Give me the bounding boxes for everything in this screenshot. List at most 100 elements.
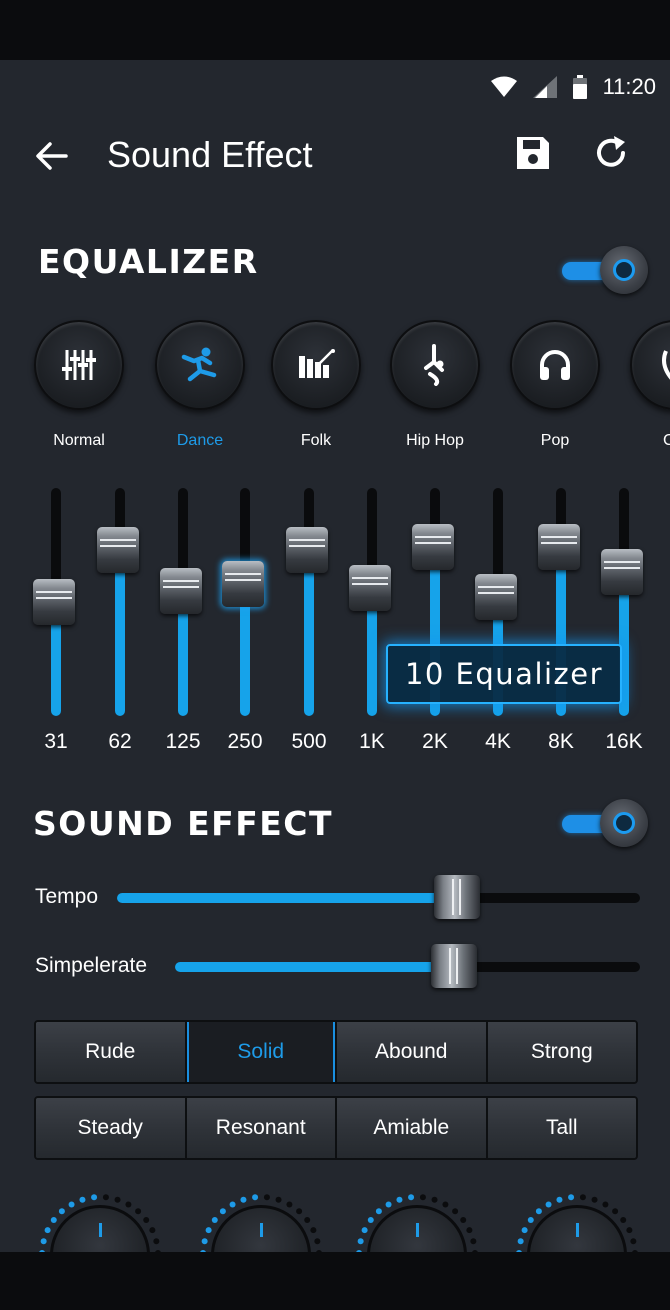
- eq-band-label: 2K: [422, 730, 448, 753]
- mode-amiable-button[interactable]: Amiable: [337, 1098, 488, 1158]
- eq-band-thumb[interactable]: [33, 579, 75, 625]
- preset-hip-hop[interactable]: Hip Hop: [390, 320, 480, 450]
- eq-band-16k[interactable]: 16K: [599, 485, 649, 755]
- mode-tall-button[interactable]: Tall: [487, 1098, 636, 1158]
- eq-band-label: 4K: [485, 730, 511, 753]
- equalizer-count-badge: 10 Equalizer: [386, 644, 622, 704]
- knob-level-dot: [626, 1227, 633, 1234]
- toggle-knob: [600, 799, 648, 847]
- knob-level-dot: [125, 1201, 132, 1208]
- eq-band-thumb[interactable]: [160, 567, 202, 614]
- eq-band-label: 31: [44, 730, 68, 753]
- refresh-icon[interactable]: [592, 134, 630, 172]
- eq-band-label: 16K: [605, 730, 643, 753]
- eq-band-thumb[interactable]: [601, 549, 643, 596]
- preset-label: Pop: [540, 432, 570, 449]
- effect-knob-1[interactable]: [35, 1190, 165, 1252]
- sliders-icon: [62, 350, 96, 380]
- eq-band-label: 125: [165, 730, 201, 753]
- eq-band-250[interactable]: 250: [220, 485, 270, 755]
- mode-steady-button[interactable]: Steady: [36, 1098, 187, 1158]
- knob-level-dot: [143, 1216, 150, 1223]
- system-bottom-bar: [0, 1252, 670, 1310]
- knob-level-dot: [431, 1196, 438, 1203]
- knob-level-dot: [466, 1227, 473, 1234]
- preset-label: Normal: [53, 432, 105, 449]
- toggle-knob: [600, 246, 648, 294]
- lyre-icon: [662, 350, 670, 380]
- dancer-icon: [181, 347, 217, 382]
- knob-level-dot: [68, 1201, 75, 1208]
- eq-band-62[interactable]: 62: [95, 485, 145, 755]
- page-title: Sound Effect: [107, 134, 313, 175]
- knob-level-dot: [396, 1196, 403, 1203]
- save-icon[interactable]: [514, 134, 552, 172]
- eq-band-31[interactable]: 31: [31, 485, 81, 755]
- knob-level-dot: [568, 1194, 575, 1201]
- knob-level-dot: [91, 1194, 98, 1201]
- eq-band-thumb[interactable]: [475, 574, 517, 621]
- effect-mode-row-2: Steady Resonant Amiable Tall: [34, 1096, 638, 1160]
- equalizer-title: EQUALIZER: [38, 242, 259, 281]
- eq-band-thumb[interactable]: [412, 524, 454, 571]
- preset-classical[interactable]: Cla: [630, 320, 670, 450]
- preset-label: Hip Hop: [406, 432, 464, 449]
- mode-strong-button[interactable]: Strong: [487, 1022, 636, 1082]
- equalizer-bands: 31 62 125 250 500 1K 2K 4K 8K 16K: [0, 485, 670, 765]
- knob-level-dot: [201, 1238, 208, 1245]
- knob-level-dot: [314, 1238, 321, 1245]
- eq-band-4k[interactable]: 4K: [473, 485, 523, 755]
- cell-signal-icon: [532, 76, 557, 98]
- preset-dance[interactable]: Dance: [155, 320, 245, 450]
- status-bar: 11:20: [490, 72, 656, 102]
- mode-abound-button[interactable]: Abound: [337, 1022, 488, 1082]
- eq-band-thumb[interactable]: [97, 526, 139, 573]
- simpelerate-thumb[interactable]: [431, 944, 477, 988]
- knob-level-dot: [50, 1216, 57, 1223]
- preset-list: Normal Dance Folk Hip Hop Pop C: [0, 320, 670, 460]
- effect-knob-4[interactable]: [512, 1190, 642, 1252]
- knob-level-dot: [58, 1208, 65, 1215]
- eq-band-2k[interactable]: 2K: [410, 485, 460, 755]
- system-top-bar: [0, 0, 670, 60]
- effect-mode-row-1: Rude Solid Abound Strong: [34, 1020, 638, 1084]
- tempo-slider[interactable]: Tempo: [35, 873, 640, 923]
- knob-level-dot: [375, 1208, 382, 1215]
- preset-folk[interactable]: Folk: [271, 320, 361, 450]
- headphones-icon: [540, 350, 570, 380]
- mode-resonant-button[interactable]: Resonant: [186, 1098, 337, 1158]
- sound-effect-toggle[interactable]: [562, 799, 648, 849]
- eq-band-thumb[interactable]: [538, 524, 580, 571]
- eq-band-label: 62: [108, 730, 132, 753]
- equalizer-toggle[interactable]: [562, 246, 648, 296]
- knob-level-dot: [361, 1227, 368, 1234]
- simpelerate-slider[interactable]: Simpelerate: [35, 942, 640, 992]
- tempo-label: Tempo: [35, 885, 99, 908]
- preset-label: Dance: [176, 432, 224, 449]
- app-screen: 11:20 Sound Effect EQUALIZER Normal Danc…: [0, 60, 670, 1252]
- preset-normal[interactable]: Normal: [34, 320, 124, 450]
- eq-band-1k[interactable]: 1K: [347, 485, 397, 755]
- mode-rude-button[interactable]: Rude: [36, 1022, 187, 1082]
- preset-pop[interactable]: Pop: [510, 320, 600, 450]
- knob-level-dot: [442, 1201, 449, 1208]
- knob-level-dot: [296, 1208, 303, 1215]
- eq-band-label: 8K: [548, 730, 574, 753]
- effect-knob-2[interactable]: [196, 1190, 326, 1252]
- knob-level-dot: [153, 1238, 160, 1245]
- knob-level-dot: [579, 1194, 586, 1201]
- eq-band-8k[interactable]: 8K: [536, 485, 586, 755]
- effect-knob-3[interactable]: [352, 1190, 482, 1252]
- tempo-thumb[interactable]: [433, 875, 480, 919]
- eq-band-thumb[interactable]: [286, 526, 328, 573]
- eq-band-500[interactable]: 500: [284, 485, 334, 755]
- mode-solid-button[interactable]: Solid: [186, 1022, 337, 1082]
- eq-band-thumb[interactable]: [222, 560, 264, 607]
- simpelerate-label: Simpelerate: [35, 954, 148, 977]
- knob-level-dot: [620, 1216, 627, 1223]
- back-arrow-icon[interactable]: [34, 138, 70, 174]
- eq-band-thumb[interactable]: [349, 565, 391, 612]
- eq-band-125[interactable]: 125: [158, 485, 208, 755]
- knob-level-dot: [44, 1227, 51, 1234]
- knob-level-dot: [535, 1208, 542, 1215]
